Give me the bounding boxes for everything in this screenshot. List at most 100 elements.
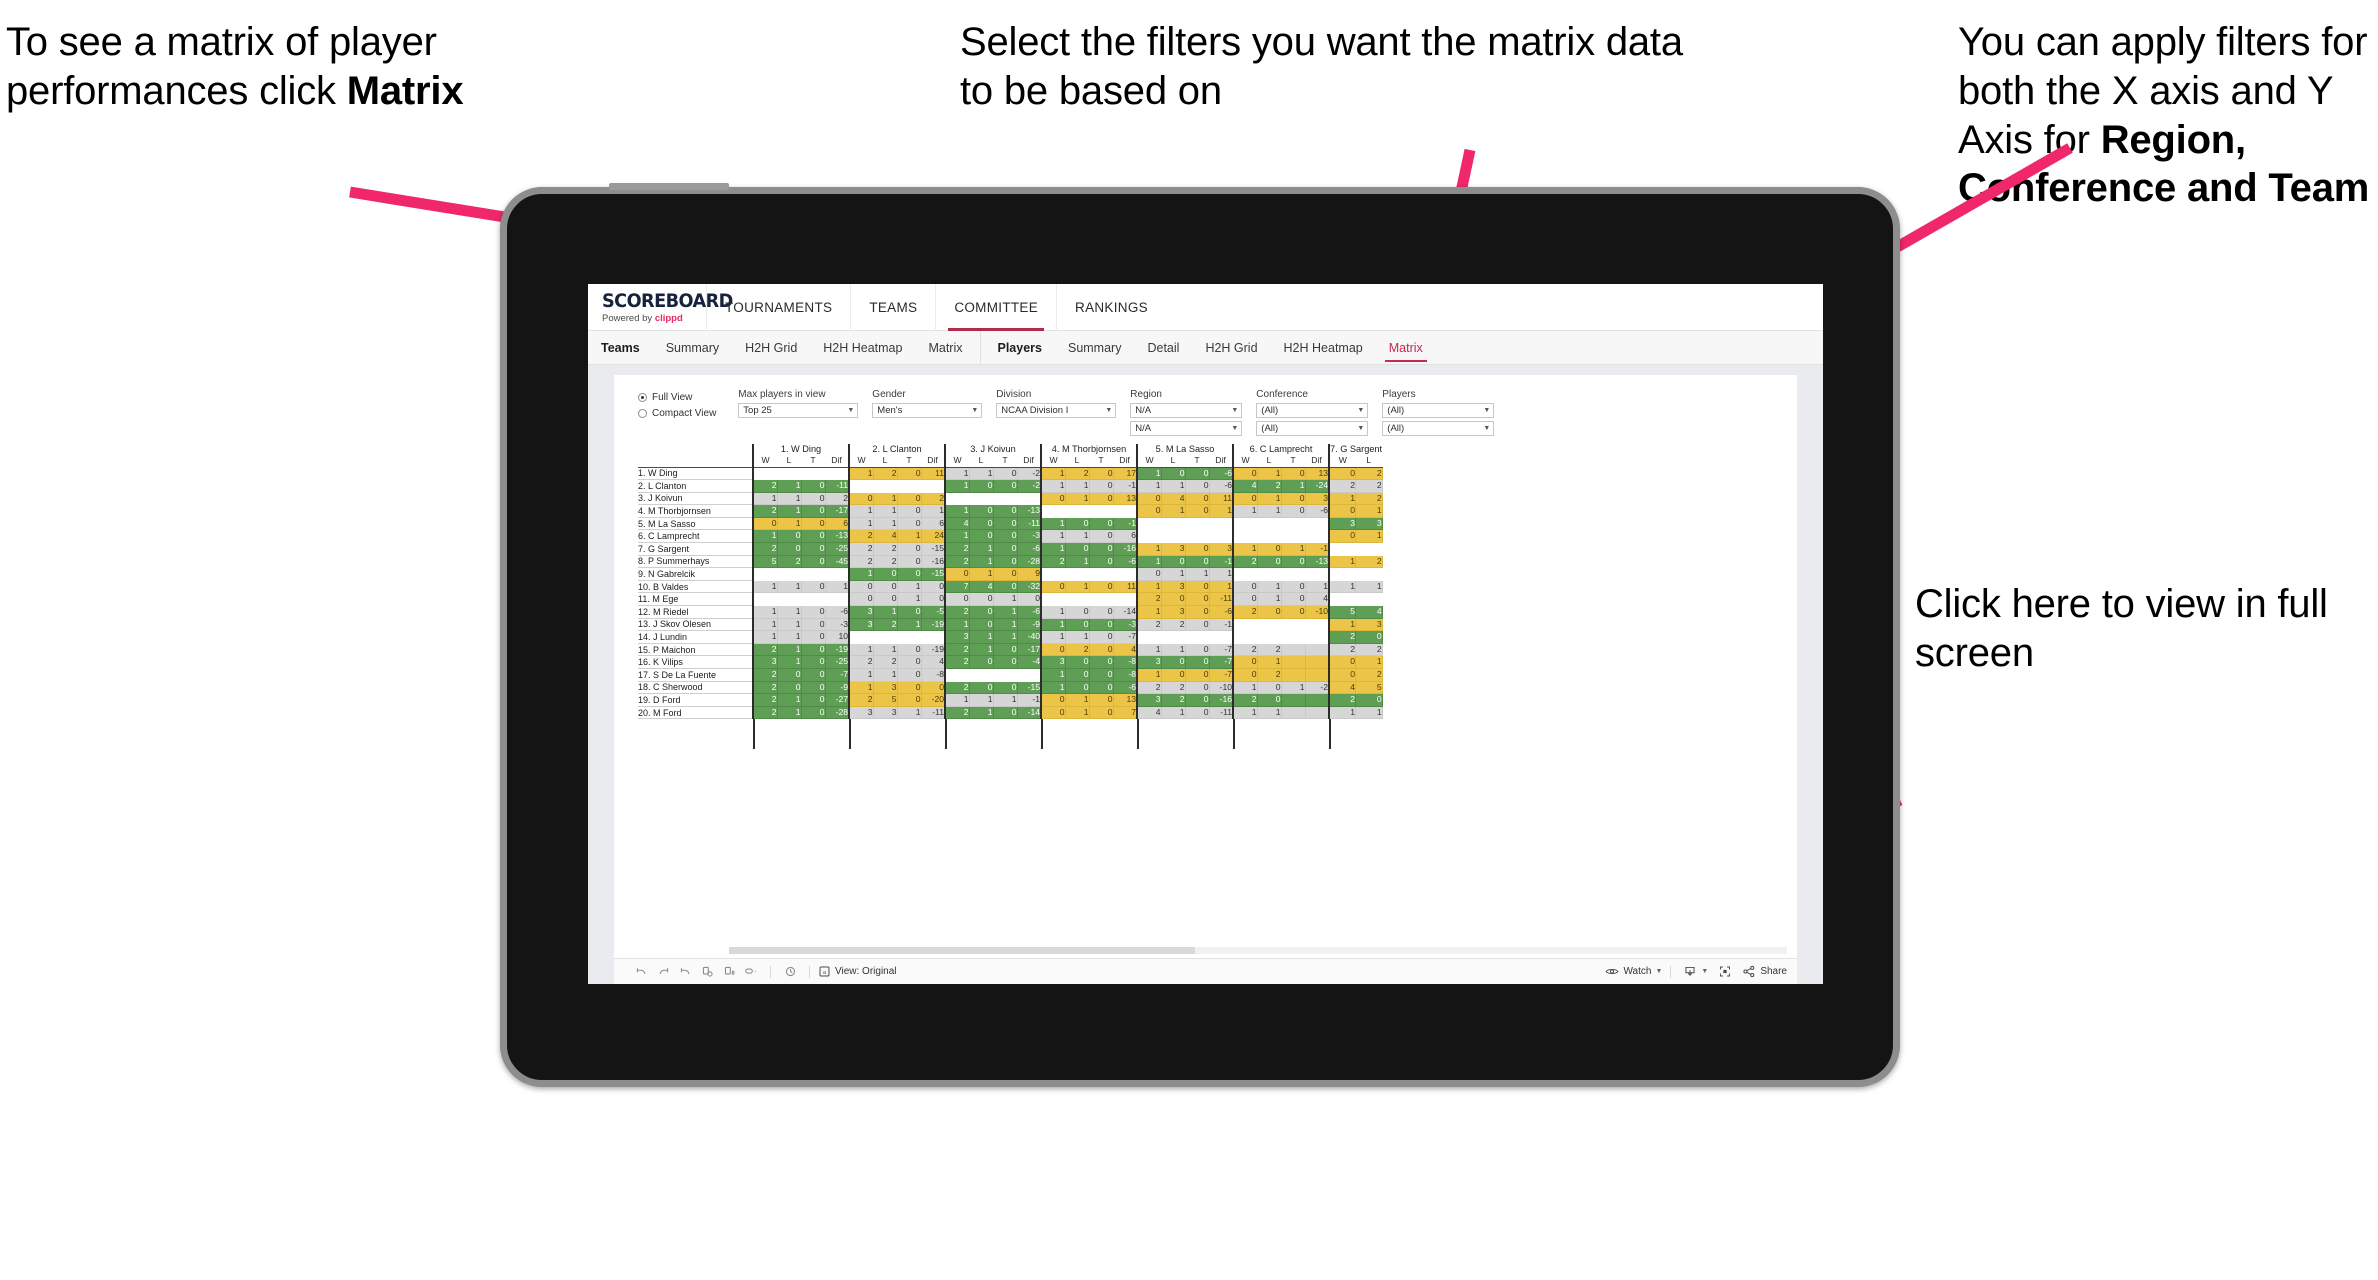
matrix-cell[interactable]: 5 <box>872 693 898 707</box>
matrix-cell[interactable]: 0 <box>800 680 826 695</box>
matrix-cell[interactable]: -16 <box>920 554 946 569</box>
matrix-cell[interactable]: 0 <box>992 567 1018 581</box>
matrix-cell[interactable]: 0 <box>1232 579 1258 594</box>
matrix-cell[interactable]: 1 <box>776 693 802 707</box>
filter-dropdown-max-players-in-view-1[interactable]: Top 25 ▼ <box>738 403 859 418</box>
matrix-cell[interactable] <box>848 630 874 644</box>
matrix-cell[interactable]: 0 <box>1088 630 1114 644</box>
subnav-item-matrix[interactable]: Matrix <box>1376 331 1436 364</box>
matrix-cell[interactable]: 0 <box>1280 554 1306 569</box>
matrix-cell[interactable]: -2 <box>1016 479 1042 493</box>
matrix-cell[interactable]: 2 <box>1355 554 1383 569</box>
matrix-cell[interactable]: 0 <box>1040 705 1066 720</box>
matrix-cell[interactable]: 2 <box>752 705 778 720</box>
matrix-cell[interactable]: 1 <box>1208 567 1234 581</box>
matrix-cell[interactable] <box>1304 516 1330 531</box>
matrix-cell[interactable]: 1 <box>752 605 778 619</box>
matrix-cell[interactable]: 5 <box>1355 680 1383 695</box>
matrix-cell[interactable]: 2 <box>1256 668 1282 682</box>
matrix-cell[interactable]: -25 <box>824 542 850 556</box>
matrix-cell[interactable]: 2 <box>1328 642 1357 657</box>
matrix-cell[interactable] <box>896 630 922 644</box>
matrix-cell[interactable]: 1 <box>848 567 874 581</box>
matrix-cell[interactable]: 2 <box>1160 680 1186 695</box>
matrix-row[interactable]: 1. W Ding 1 2 0 11 1 1 0 -2 1 2 0 17 1 0 0 -6 0 1 0 13 0 2 <box>638 466 1383 481</box>
matrix-cell[interactable] <box>1184 516 1210 531</box>
matrix-cell[interactable]: 1 <box>1136 642 1162 657</box>
matrix-cell[interactable]: 2 <box>1064 466 1090 481</box>
matrix-cell[interactable]: 2 <box>944 680 970 695</box>
matrix-cell[interactable] <box>1304 567 1330 581</box>
matrix-cell[interactable]: 0 <box>1136 567 1162 581</box>
matrix-cell[interactable] <box>1016 668 1042 682</box>
matrix-cell[interactable]: 3 <box>872 705 898 720</box>
matrix-cell[interactable]: 0 <box>896 642 922 657</box>
matrix-cell[interactable]: 0 <box>1184 605 1210 619</box>
matrix-cell[interactable]: 1 <box>1136 605 1162 619</box>
matrix-cell[interactable] <box>968 668 994 682</box>
matrix-cell[interactable]: 2 <box>1256 642 1282 657</box>
matrix-cell[interactable]: 7 <box>1112 705 1138 720</box>
matrix-cell[interactable]: 6 <box>920 516 946 531</box>
matrix-cell[interactable]: 4 <box>1136 705 1162 720</box>
matrix-cell[interactable]: -1 <box>1016 693 1042 707</box>
matrix-cell[interactable]: 0 <box>1088 554 1114 569</box>
matrix-cell[interactable]: 1 <box>1040 605 1066 619</box>
matrix-cell[interactable]: 2 <box>1328 479 1357 493</box>
matrix-cell[interactable]: 0 <box>992 579 1018 594</box>
matrix-cell[interactable] <box>800 592 826 607</box>
matrix-cell[interactable]: -3 <box>1112 617 1138 632</box>
matrix-cell[interactable] <box>1304 705 1330 720</box>
filter-dropdown-conference-2[interactable]: (All) ▼ <box>1256 420 1369 436</box>
matrix-cell[interactable] <box>1304 668 1330 682</box>
matrix-cell[interactable]: 2 <box>872 655 898 669</box>
matrix-cell[interactable] <box>1280 655 1306 669</box>
matrix-cell[interactable]: 0 <box>992 479 1018 493</box>
matrix-cell[interactable]: 1 <box>1136 466 1162 481</box>
matrix-cell[interactable]: 1 <box>1064 491 1090 506</box>
matrix-cell[interactable]: 0 <box>848 579 874 594</box>
matrix-cell[interactable]: 1 <box>1328 554 1357 569</box>
matrix-cell[interactable]: 0 <box>1256 554 1282 569</box>
matrix-cell[interactable] <box>1304 655 1330 669</box>
fullscreen-icon[interactable] <box>1714 963 1736 981</box>
matrix-cell[interactable]: 1 <box>944 466 970 481</box>
matrix-cell[interactable] <box>1112 592 1138 607</box>
matrix-cell[interactable]: -13 <box>824 529 850 544</box>
matrix-cell[interactable]: -13 <box>1016 504 1042 518</box>
matrix-cell[interactable]: 2 <box>848 693 874 707</box>
matrix-cell[interactable]: 2 <box>752 693 778 707</box>
matrix-cell[interactable]: 3 <box>1328 516 1357 531</box>
matrix-cell[interactable]: 0 <box>776 680 802 695</box>
matrix-cell[interactable]: 2 <box>1136 592 1162 607</box>
matrix-cell[interactable]: 0 <box>1088 655 1114 669</box>
matrix-cell[interactable]: -32 <box>1016 579 1042 594</box>
matrix-cell[interactable]: 3 <box>872 680 898 695</box>
matrix-cell[interactable]: 1 <box>1040 680 1066 695</box>
subnav-item-players[interactable]: Players <box>985 331 1055 364</box>
matrix-cell[interactable]: -6 <box>1208 466 1234 481</box>
matrix-cell[interactable]: 1 <box>1256 466 1282 481</box>
matrix-cell[interactable]: -6 <box>1112 554 1138 569</box>
matrix-cell[interactable]: 2 <box>920 491 946 506</box>
matrix-cell[interactable]: 1 <box>848 504 874 518</box>
matrix-cell[interactable]: -19 <box>920 617 946 632</box>
matrix-cell[interactable]: -19 <box>824 642 850 657</box>
subnav-item-h2h-heatmap[interactable]: H2H Heatmap <box>1271 331 1376 364</box>
matrix-cell[interactable]: 2 <box>944 554 970 569</box>
matrix-cell[interactable] <box>1256 617 1282 632</box>
matrix-cell[interactable]: 13 <box>1112 491 1138 506</box>
matrix-cell[interactable]: 0 <box>1232 668 1258 682</box>
matrix-cell[interactable]: 2 <box>752 668 778 682</box>
matrix-cell[interactable]: 0 <box>1280 592 1306 607</box>
matrix-cell[interactable]: 1 <box>1136 668 1162 682</box>
matrix-cell[interactable]: 0 <box>800 479 826 493</box>
matrix-cell[interactable]: 1 <box>1256 705 1282 720</box>
matrix-cell[interactable]: 1 <box>848 680 874 695</box>
matrix-cell[interactable]: 2 <box>1355 642 1383 657</box>
matrix-cell[interactable]: 0 <box>1232 466 1258 481</box>
matrix-cell[interactable]: 0 <box>848 491 874 506</box>
matrix-cell[interactable]: 1 <box>872 642 898 657</box>
matrix-cell[interactable]: 1 <box>1136 554 1162 569</box>
matrix-cell[interactable]: 4 <box>1112 642 1138 657</box>
